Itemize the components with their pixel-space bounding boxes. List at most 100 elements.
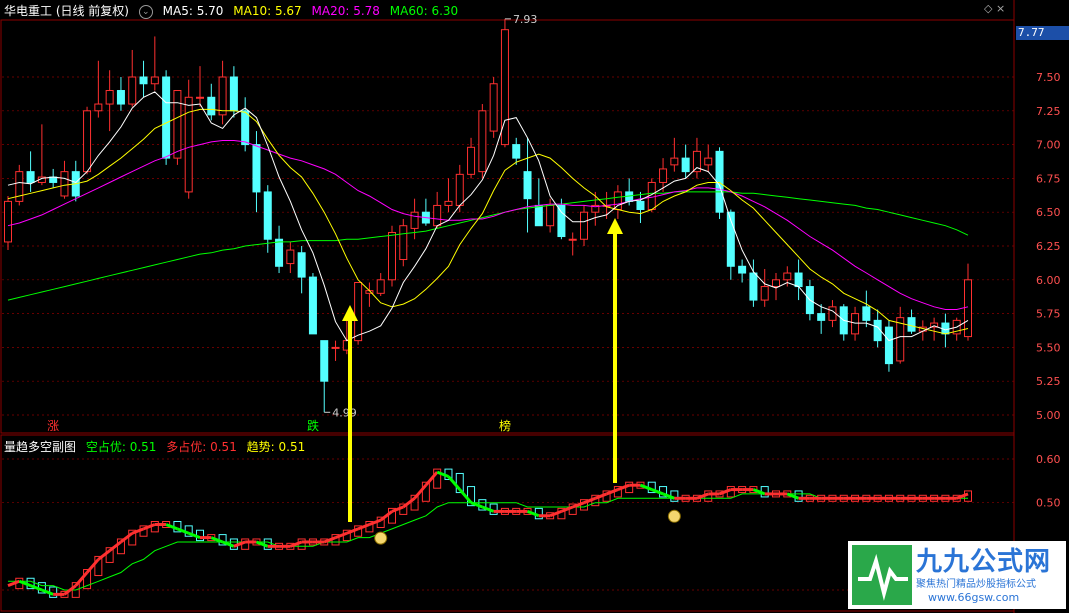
window-controls-icon[interactable]: ◇ × [984,2,1005,15]
candle-body-down [229,76,238,112]
trend-line-segment [718,488,732,496]
trend-line-segment [470,501,483,509]
trend-line-segment [18,579,32,588]
trend-line-segment [447,475,461,491]
trend-line-segment [651,488,664,496]
candle-body-down [738,265,747,274]
candle-body-down [512,144,521,159]
trend-line-segment [696,492,709,500]
trend-line-segment [108,540,122,552]
ma10-line [7,108,969,335]
trend-label: 趋势: 0.51 [246,440,306,454]
trend-line-segment [436,470,450,478]
ma20-label: MA20: 5.78 [311,4,380,18]
trend-line-segment [357,523,370,531]
candle-body-down [162,76,171,159]
collapse-button[interactable]: ⌄ [138,4,153,19]
candle-body-up [128,76,137,105]
candle-body-down [749,272,758,301]
trend-line-segment [549,510,562,518]
candle-body-down [884,326,893,365]
candle-body-up [760,286,769,301]
trend-line-segment [413,484,428,500]
candle-body-up [3,200,13,243]
candle-body-up [195,96,205,99]
candle-body-up [94,103,103,112]
bear-dominance-label: 空占优: 0.51 [85,440,157,454]
ma5-label: MA5: 5.70 [162,4,224,18]
ma10-label: MA10: 5.67 [233,4,302,18]
trend-line-segment [391,505,404,513]
trend-line-segment [617,483,630,491]
sub-chart-title: 量趋多空副图 [4,440,77,454]
candle-body-up [478,110,487,173]
trend-line-segment [142,523,156,531]
money-bag-icon [667,509,681,523]
candle-body-up [286,249,295,265]
candle-body-up [489,83,498,132]
candle-body-down [116,90,125,105]
trend-line-segment [334,531,348,539]
candle-body-up [444,200,453,206]
watermark-subtitle: 聚焦热门精品炒股指标公式 [916,579,1036,590]
candle-body-up [659,168,668,183]
trend-line-segment [583,496,596,505]
candle-body-down [523,171,532,200]
trend-line-segment [379,510,393,522]
trend-line-segment [255,540,269,548]
trend-line-segment [41,588,54,596]
main-y-tick-label: 6.00 [1036,274,1061,287]
candle-body-up [399,225,408,261]
candle-body-down [139,76,148,85]
candle-body-down [49,176,58,183]
trend-line-segment [188,531,201,539]
trend-line-segment [606,488,619,496]
main-y-tick-label: 7.50 [1036,71,1061,84]
candle-body-up [851,313,860,335]
signal-marker: 涨 [47,418,59,433]
candle-body-up [704,157,713,166]
candle-body-up [783,272,792,281]
candle-body-up [455,173,464,206]
candle-body-down [681,157,690,173]
candle-body-down [636,200,645,210]
high-price-label: 7.93 [513,13,538,26]
trend-line-segment [233,540,246,548]
trend-line-segment [956,492,969,500]
candle-body-down [297,252,306,278]
watermark-url: www.66gsw.com [928,591,1020,604]
trend-line-segment [368,518,382,526]
trend-line-segment [786,492,800,500]
trend-line-segment [346,527,359,535]
candle-body-up [150,76,159,85]
candle-body-up [771,279,781,288]
ma20-line [7,140,969,310]
chart-canvas: 7.50 7.25 7.00 6.75 6.50 6.25 6.00 5.75 5.50 5.25… [0,0,1061,613]
main-y-tick-label: 6.25 [1036,240,1061,253]
candle-body-up [963,279,973,338]
current-price-tag: 7.77 [1016,26,1069,40]
candle-body-up [376,279,385,294]
trend-line-segment [752,488,766,496]
candle-body-up [173,90,182,159]
main-y-tick-label: 5.25 [1036,375,1061,388]
candle-body-up [568,238,577,241]
trend-line-segment [323,536,337,544]
signal-marker: 跌 [307,418,319,433]
trend-line-segment [97,549,111,561]
candle-body-up [83,110,92,173]
trend-line-segment [572,501,585,509]
trend-line-segment [424,471,439,487]
main-y-tick-label: 5.00 [1036,409,1061,422]
sub-y-tick-label: 0.60 [1036,453,1061,466]
candle-body-up [387,231,397,281]
candle-body-down [817,313,826,321]
candle-body-up [354,282,363,342]
trend-line-segment [222,540,235,548]
candle-body-up [670,157,679,166]
watermark-logo: 九九公式网 聚焦热门精品炒股指标公式 www.66gsw.com [848,541,1066,609]
low-price-label: 4.99 [332,406,357,419]
main-header: 华电重工 (日线 前复权) ⌄ MA5: 5.70 MA10: 5.67 MA2… [4,2,464,19]
trend-line-segment [85,558,100,574]
candle-body-down [263,191,272,240]
